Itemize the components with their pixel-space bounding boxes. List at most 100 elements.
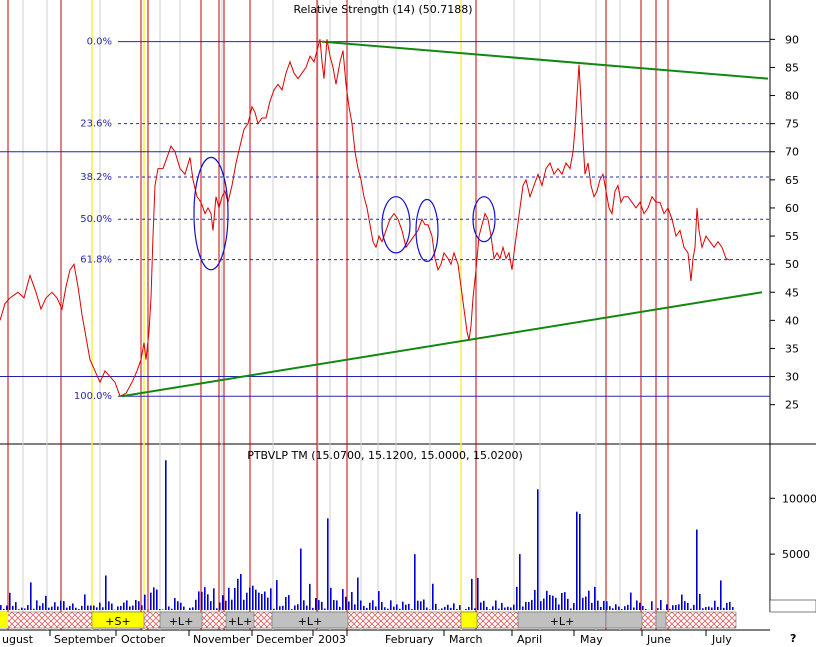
volume-bar [330, 587, 332, 610]
volume-bar [261, 593, 263, 610]
volume-bar [189, 607, 191, 610]
volume-bar [123, 602, 125, 610]
volume-bar [258, 592, 260, 610]
y-tick-label: 85 [785, 61, 799, 74]
volume-bar [609, 606, 611, 610]
volume-bar [234, 587, 236, 610]
volume-bar [513, 604, 515, 610]
volume-bar [576, 511, 578, 610]
y-tick-label: 70 [785, 146, 799, 159]
volume-bar [402, 601, 404, 610]
volume-bar [312, 607, 314, 610]
volume-bar [375, 606, 377, 610]
volume-bar [9, 592, 11, 610]
volume-bar [207, 594, 209, 610]
month-label: February [385, 633, 434, 646]
volume-bar [252, 585, 254, 610]
volume-bar [675, 605, 677, 610]
volume-bar [201, 591, 203, 610]
volume-bar [48, 607, 50, 610]
volume-bar [627, 604, 629, 610]
volume-bar [438, 609, 440, 610]
volume-bar [132, 605, 134, 610]
volume-bar [729, 601, 731, 610]
month-label: December [256, 633, 314, 646]
x-axis-months: ugust September October November December 200… [2, 630, 732, 646]
volume-bar [723, 607, 725, 610]
month-label: April [517, 633, 542, 646]
month-label: ugust [2, 633, 34, 646]
signal-band-label: +S+ [105, 615, 130, 628]
y-tick-label: 30 [785, 371, 799, 384]
volume-bar [324, 608, 326, 610]
volume-bar [549, 594, 551, 610]
volume-bar [351, 591, 353, 610]
volume-bar [111, 603, 113, 610]
volume-bar [456, 609, 458, 610]
y-axis: 25 30 35 40 45 50 55 60 65 70 75 80 85 90 5000 10000 [770, 33, 816, 561]
volume-bar [240, 573, 242, 610]
volume-bar [249, 587, 251, 610]
volume-bar [282, 605, 284, 610]
volume-bar [108, 601, 110, 610]
volume-bar [321, 601, 323, 610]
volume-bar [42, 603, 44, 610]
volume-bar [0, 605, 2, 610]
volume-bar [480, 602, 482, 610]
volume-bar [414, 554, 416, 610]
volume-bar [669, 608, 671, 610]
volume-bar [138, 601, 140, 610]
volume-bar [279, 606, 281, 610]
volume-bar [543, 598, 545, 610]
volume-bar [363, 605, 365, 610]
fib-label: 50.0% [80, 214, 112, 225]
volume-bar [57, 606, 59, 610]
volume-bar [420, 601, 422, 610]
y-tick-label: 90 [785, 33, 799, 46]
volume-bar [156, 589, 158, 610]
volume-bar [342, 589, 344, 610]
volume-bar [354, 604, 356, 610]
volume-bar [288, 595, 290, 610]
volume-bar [471, 578, 473, 610]
volume-bar [624, 606, 626, 610]
volume-bar [27, 605, 29, 610]
volume-bar [600, 606, 602, 610]
fib-label: 0.0% [87, 37, 112, 48]
volume-bar [492, 606, 494, 610]
volume-bar [486, 606, 488, 610]
vol-y-tick-label: 5000 [782, 548, 810, 561]
volume-bar [54, 602, 56, 610]
volume-bar [102, 607, 104, 610]
volume-bar [225, 600, 227, 610]
volume-bar [495, 600, 497, 610]
volume-bar [168, 606, 170, 610]
volume-bar [18, 609, 20, 610]
volume-bar [567, 598, 569, 610]
volume-bar [528, 601, 530, 610]
volume-bar [204, 587, 206, 610]
volume-bar [171, 608, 173, 610]
volume-bar [657, 608, 659, 610]
volume-bar [144, 594, 146, 610]
month-label: July [711, 633, 732, 646]
volume-bar [468, 606, 470, 610]
volume-bar [246, 592, 248, 610]
fib-label: 38.2% [80, 172, 112, 183]
volume-bar [639, 602, 641, 610]
signal-band-label: +L+ [298, 615, 323, 628]
volume-bar [678, 604, 680, 610]
volume-bar [60, 600, 62, 610]
volume-bar [690, 608, 692, 610]
volume-bar [360, 600, 362, 610]
volume-bar [372, 600, 374, 610]
y-tick-label: 80 [785, 90, 799, 103]
volume-bar [411, 609, 413, 610]
volume-bar [681, 594, 683, 610]
volume-bar [525, 601, 527, 610]
volume-bar [30, 582, 32, 610]
volume-bar [141, 605, 143, 610]
volume-bar [210, 601, 212, 610]
volume-bar [573, 603, 575, 610]
volume-bar [348, 601, 350, 610]
